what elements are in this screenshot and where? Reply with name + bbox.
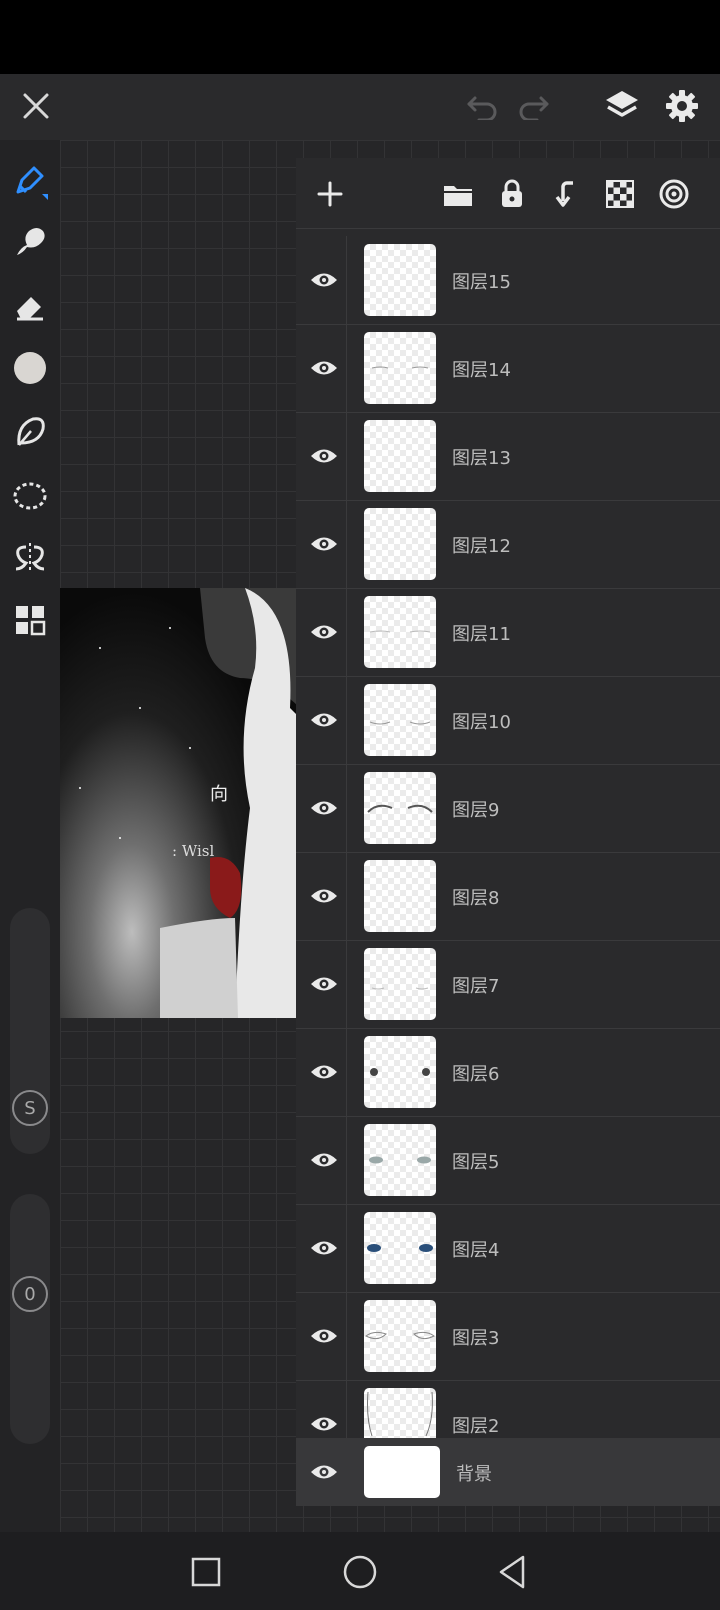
- layer-name: 图层5: [452, 1152, 500, 1173]
- brush-size-label: S: [12, 1090, 48, 1126]
- layer-thumbnail: [364, 332, 436, 404]
- layer-thumbnail: [364, 420, 436, 492]
- layer-name: 图层7: [452, 976, 500, 997]
- layer-row[interactable]: 图层14: [296, 324, 720, 413]
- layer-name: 图层3: [452, 1328, 500, 1349]
- layer-row[interactable]: 图层8: [296, 852, 720, 941]
- recent-apps-icon[interactable]: [184, 1550, 228, 1594]
- eye-icon[interactable]: [306, 1318, 342, 1354]
- layer-row[interactable]: 图层6: [296, 1028, 720, 1117]
- lasso-fill-icon[interactable]: [8, 410, 52, 454]
- eraser-icon[interactable]: [8, 284, 52, 328]
- layer-name: 图层15: [452, 272, 511, 293]
- transparency-icon[interactable]: [602, 176, 638, 212]
- layer-row[interactable]: 图层11: [296, 588, 720, 677]
- layer-thumbnail: [364, 772, 436, 844]
- layer-name: 图层14: [452, 360, 511, 381]
- eye-icon[interactable]: [306, 790, 342, 826]
- lock-icon[interactable]: [494, 176, 530, 212]
- eye-icon[interactable]: [306, 614, 342, 650]
- eye-icon[interactable]: [306, 438, 342, 474]
- merge-down-icon[interactable]: [548, 176, 584, 212]
- layer-name: 图层6: [452, 1064, 500, 1085]
- folder-icon[interactable]: [440, 176, 476, 212]
- layer-row[interactable]: 图层13: [296, 412, 720, 501]
- layer-row[interactable]: 图层9: [296, 764, 720, 853]
- system-navigation-bar: [0, 1532, 720, 1610]
- eye-icon[interactable]: [306, 702, 342, 738]
- artwork-text-top: 向: [210, 784, 228, 805]
- layer-row[interactable]: 图层12: [296, 500, 720, 589]
- background-layer-name: 背景: [456, 1464, 492, 1485]
- layer-row[interactable]: 图层10: [296, 676, 720, 765]
- gallery-icon[interactable]: [8, 598, 52, 642]
- layer-name: 图层10: [452, 712, 511, 733]
- layer-thumbnail: [364, 860, 436, 932]
- layer-thumbnail: [364, 684, 436, 756]
- eye-icon[interactable]: [306, 262, 342, 298]
- opacity-label: 0: [12, 1276, 48, 1312]
- close-icon[interactable]: [16, 86, 56, 126]
- artwork-text-bottom: : Wisl: [172, 842, 215, 860]
- layer-row[interactable]: 图层3: [296, 1292, 720, 1381]
- eye-icon[interactable]: [306, 350, 342, 386]
- top-toolbar: [0, 74, 720, 140]
- eye-icon[interactable]: [306, 1454, 342, 1490]
- layers-panel-toolbar: [296, 158, 720, 229]
- color-swatch[interactable]: [8, 346, 52, 390]
- left-toolbar: S 0: [0, 140, 60, 1532]
- layer-thumbnail: [364, 244, 436, 316]
- layer-name: 图层2: [452, 1416, 500, 1437]
- layer-name: 图层4: [452, 1240, 500, 1261]
- home-icon[interactable]: [338, 1550, 382, 1594]
- add-icon[interactable]: [312, 176, 348, 212]
- layer-thumbnail: [364, 948, 436, 1020]
- opacity-slider[interactable]: [10, 1194, 50, 1444]
- eye-icon[interactable]: [306, 966, 342, 1002]
- eye-icon[interactable]: [306, 1054, 342, 1090]
- status-bar: [0, 0, 720, 74]
- gear-icon[interactable]: [660, 84, 704, 128]
- layer-thumbnail: [364, 508, 436, 580]
- eye-icon[interactable]: [306, 526, 342, 562]
- layers-panel: 图层15 图层14 图层13 图层12 图层11 图层10 图层9 图层8 图层…: [296, 158, 720, 1506]
- eye-icon[interactable]: [306, 1142, 342, 1178]
- layer-thumbnail: [364, 1124, 436, 1196]
- eye-icon[interactable]: [306, 1406, 342, 1442]
- pen-icon[interactable]: [8, 160, 52, 204]
- symmetry-icon[interactable]: [8, 536, 52, 580]
- layer-name: 图层13: [452, 448, 511, 469]
- layer-name: 图层9: [452, 800, 500, 821]
- layer-name: 图层8: [452, 888, 500, 909]
- redo-icon[interactable]: [514, 88, 554, 126]
- undo-icon[interactable]: [462, 88, 502, 126]
- layer-thumbnail: [364, 1212, 436, 1284]
- smudge-icon[interactable]: [8, 220, 52, 264]
- background-layer-thumbnail: [364, 1446, 440, 1498]
- layer-name: 图层12: [452, 536, 511, 557]
- back-icon[interactable]: [490, 1550, 534, 1594]
- layers-icon[interactable]: [600, 84, 644, 128]
- layer-thumbnail: [364, 1300, 436, 1372]
- layer-row[interactable]: 图层4: [296, 1204, 720, 1293]
- eye-icon[interactable]: [306, 878, 342, 914]
- layer-row[interactable]: 图层15: [296, 236, 720, 325]
- selection-icon[interactable]: [8, 474, 52, 518]
- layer-thumbnail: [364, 596, 436, 668]
- layer-row[interactable]: 图层7: [296, 940, 720, 1029]
- target-icon[interactable]: [656, 176, 692, 212]
- layer-name: 图层11: [452, 624, 511, 645]
- layer-row[interactable]: 图层5: [296, 1116, 720, 1205]
- eye-icon[interactable]: [306, 1230, 342, 1266]
- artwork-image: 向 : Wisl: [60, 588, 300, 1018]
- background-layer-row[interactable]: 背景: [296, 1438, 720, 1506]
- layer-thumbnail: [364, 1036, 436, 1108]
